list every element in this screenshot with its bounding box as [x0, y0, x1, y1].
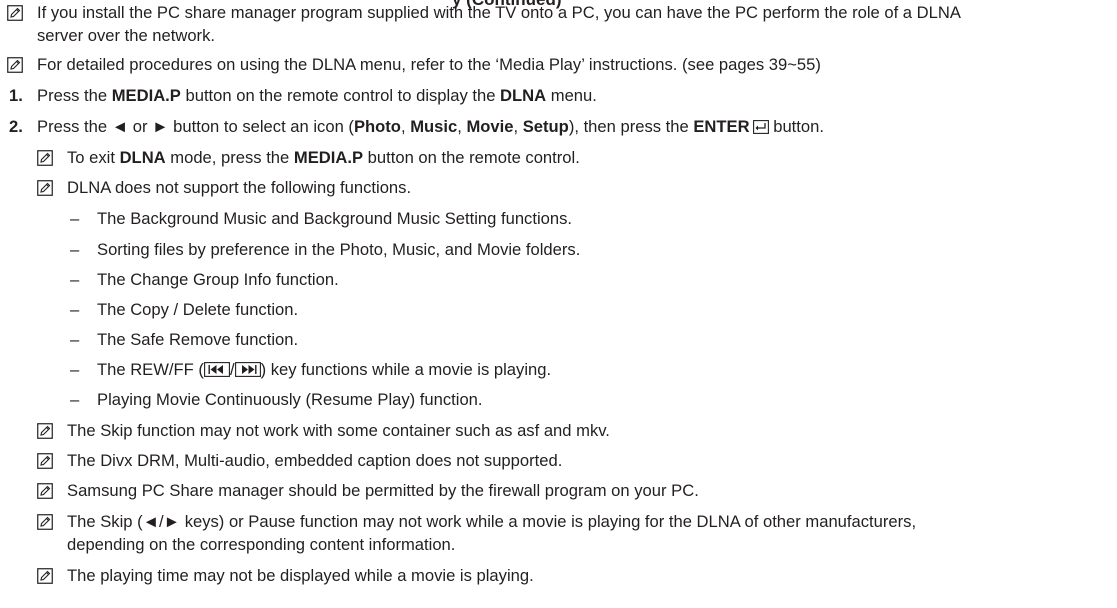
- unsupported-item: The Change Group Info function.: [97, 270, 339, 289]
- note-pencil-icon: [7, 57, 23, 73]
- fast-forward-key-icon: [234, 362, 261, 377]
- skip-pause-note-line-1: The Skip (◄/► keys) or Pause function ma…: [67, 512, 917, 531]
- note-pencil-icon: [37, 423, 53, 439]
- step-2-number: 2.: [9, 117, 23, 136]
- step-1-number: 1.: [9, 86, 23, 105]
- dash-bullet: –: [70, 390, 80, 409]
- step-2-text: Press the ◄ or ► button to select an ico…: [37, 117, 824, 136]
- intro-note-2: For detailed procedures on using the DLN…: [37, 55, 821, 74]
- note-pencil-icon: [7, 5, 23, 21]
- unsupported-item: The Safe Remove function.: [97, 330, 299, 349]
- enter-key-icon: [752, 120, 769, 134]
- unsupported-item: Sorting files by preference in the Photo…: [97, 240, 581, 259]
- firewall-note: Samsung PC Share manager should be permi…: [67, 481, 699, 500]
- skip-container-note: The Skip function may not work with some…: [67, 421, 610, 440]
- dash-bullet: –: [70, 240, 80, 259]
- rewind-key-icon: [203, 362, 230, 377]
- note-pencil-icon: [37, 180, 53, 196]
- divx-drm-note: The Divx DRM, Multi-audio, embedded capt…: [67, 451, 563, 470]
- exit-note: To exit DLNA mode, press the MEDIA.P but…: [67, 148, 580, 167]
- dash-bullet: –: [70, 360, 80, 379]
- note-pencil-icon: [37, 568, 53, 584]
- rewff-item: The REW/FF (/) key functions while a mov…: [97, 360, 552, 379]
- note-pencil-icon: [37, 150, 53, 166]
- manual-page: y (Continued) If you install the PC shar…: [0, 0, 1117, 608]
- note-pencil-icon: [37, 514, 53, 530]
- step-1-text: Press the MEDIA.P button on the remote c…: [37, 86, 597, 105]
- intro-note-1-line-1: If you install the PC share manager prog…: [37, 3, 961, 22]
- note-pencil-icon: [37, 453, 53, 469]
- resume-item: Playing Movie Continuously (Resume Play)…: [97, 390, 483, 409]
- intro-note-1-line-2: server over the network.: [37, 26, 215, 45]
- unsupported-item: The Copy / Delete function.: [97, 300, 299, 319]
- playing-time-note: The playing time may not be displayed wh…: [67, 566, 534, 585]
- note-pencil-icon: [37, 483, 53, 499]
- dash-bullet: –: [70, 209, 80, 228]
- skip-pause-note-line-2: depending on the corresponding content i…: [67, 535, 456, 554]
- dash-bullet: –: [70, 330, 80, 349]
- dash-bullet: –: [70, 300, 80, 319]
- dash-bullet: –: [70, 270, 80, 289]
- unsupported-intro: DLNA does not support the following func…: [67, 178, 412, 197]
- unsupported-item: The Background Music and Background Musi…: [97, 209, 573, 228]
